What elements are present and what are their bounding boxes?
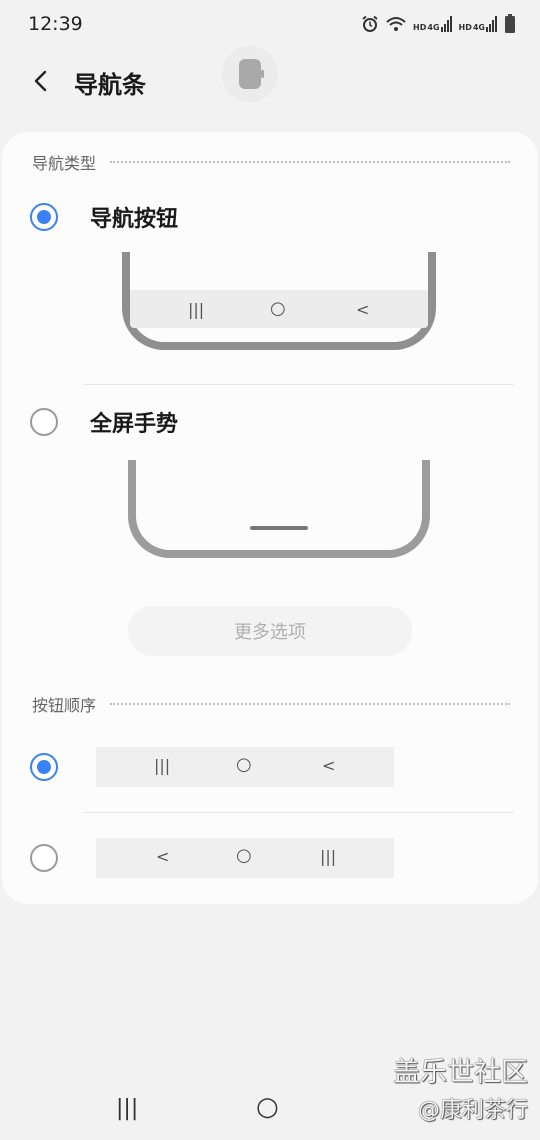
radio-order-1[interactable] xyxy=(30,753,58,781)
radio-order-2[interactable] xyxy=(30,844,58,872)
recent-apps-icon: ||| xyxy=(188,300,205,319)
radio-nav-buttons[interactable] xyxy=(30,203,58,231)
settings-card: 导航类型 导航按钮 ||| ○ < 全屏手势 更多选项 按钮顺序 ||| ○ <… xyxy=(2,132,538,904)
section-divider xyxy=(110,161,510,163)
home-icon: ○ xyxy=(236,845,252,866)
system-nav-bar: ||| ○ xyxy=(0,1078,540,1140)
divider xyxy=(84,812,514,813)
camera-cutout xyxy=(222,46,278,102)
section-header-button-order: 按钮顺序 xyxy=(32,692,510,716)
recent-apps-button[interactable]: ||| xyxy=(116,1096,138,1121)
back-icon: < xyxy=(322,756,336,775)
home-icon: ○ xyxy=(236,754,252,775)
nav-buttons-preview: ||| ○ < xyxy=(122,252,436,350)
section-label: 导航类型 xyxy=(32,154,97,173)
section-label: 按钮顺序 xyxy=(32,696,97,715)
header: 导航条 xyxy=(0,46,540,108)
order-preview-bar: < ○ ||| xyxy=(96,838,394,878)
back-arrow-icon xyxy=(34,70,47,92)
section-header-nav-type: 导航类型 xyxy=(32,150,510,174)
status-bar: 12:39 HD 4G HD 4G xyxy=(0,0,540,50)
back-button[interactable] xyxy=(24,64,58,98)
option-label: 全屏手势 xyxy=(90,412,179,437)
camera-icon xyxy=(239,59,264,89)
section-divider xyxy=(110,703,510,705)
home-icon: ○ xyxy=(270,298,286,319)
home-button[interactable]: ○ xyxy=(256,1092,279,1122)
back-icon: < xyxy=(356,300,370,319)
option-label: 导航按钮 xyxy=(90,207,179,232)
wifi-icon xyxy=(386,17,406,31)
gesture-handle xyxy=(250,526,308,530)
phone-frame xyxy=(128,460,430,558)
hd-4g-signal-icon: HD 4G xyxy=(459,16,498,32)
back-icon: < xyxy=(156,847,170,866)
recent-apps-icon: ||| xyxy=(320,847,337,866)
battery-icon xyxy=(505,14,515,33)
page-title: 导航条 xyxy=(74,71,146,99)
order-preview-bar: ||| ○ < xyxy=(96,747,394,787)
alarm-icon xyxy=(362,15,378,32)
status-time: 12:39 xyxy=(28,13,83,35)
status-icons: HD 4G HD 4G xyxy=(361,14,516,34)
radio-gestures[interactable] xyxy=(30,408,58,436)
more-options-button[interactable]: 更多选项 xyxy=(128,606,412,656)
hd-4g-signal-icon: HD 4G xyxy=(413,16,452,32)
divider xyxy=(84,384,514,385)
gestures-preview xyxy=(128,460,430,558)
recent-apps-icon: ||| xyxy=(154,756,171,775)
